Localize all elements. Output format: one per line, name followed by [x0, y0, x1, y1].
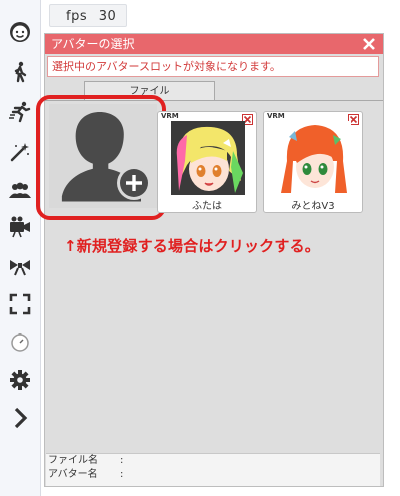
- fps-value: 30: [98, 9, 117, 24]
- timer-icon[interactable]: [6, 328, 34, 356]
- avatar-info-footer: ファイル名: アバター名:: [46, 453, 380, 486]
- avatar-name: みとねV3: [291, 201, 335, 212]
- file-name-row: ファイル名:: [46, 454, 380, 468]
- vrm-badge: VRM: [161, 112, 179, 120]
- walk-icon[interactable]: [6, 58, 34, 86]
- avatar-select-dialog: アバターの選択 選択中のアバタースロットが対象になります。 ファイル VRM ふ…: [36, 33, 384, 487]
- dialog-message: 選択中のアバタースロットが対象になります。: [47, 56, 379, 77]
- fps-label: fps: [66, 9, 88, 24]
- dialog-title: アバターの選択: [51, 37, 135, 51]
- vrm-badge: VRM: [267, 112, 285, 120]
- avatar-name-row: アバター名:: [46, 468, 380, 482]
- file-name-label: ファイル名: [48, 455, 98, 466]
- close-icon[interactable]: [361, 36, 377, 52]
- gear-icon[interactable]: [6, 366, 34, 394]
- face-icon[interactable]: [6, 18, 34, 46]
- magic-wand-icon[interactable]: [6, 138, 34, 166]
- fullscreen-icon[interactable]: [6, 290, 34, 318]
- camera-icon[interactable]: [6, 212, 34, 240]
- group-icon[interactable]: [6, 176, 34, 204]
- chevron-right-icon[interactable]: [6, 404, 34, 432]
- avatar-card[interactable]: VRM みとねV3: [263, 111, 363, 213]
- avatar-thumbnail: [171, 121, 245, 195]
- file-name-separator: :: [120, 455, 124, 466]
- avatar-name: ふたは: [192, 201, 222, 212]
- dialog-title-bar: アバターの選択: [45, 34, 383, 54]
- avatar-name-separator: :: [120, 469, 124, 480]
- avatar-thumbnail: [277, 121, 351, 195]
- sidebar: [0, 0, 41, 496]
- ribbon-icon[interactable]: [6, 252, 34, 280]
- avatar-name-label: アバター名: [48, 469, 98, 480]
- add-button-highlight: [36, 95, 166, 220]
- run-icon[interactable]: [6, 98, 34, 126]
- fps-indicator: fps 30: [49, 4, 127, 27]
- instruction-annotation: ↑新規登録する場合はクリックする。: [64, 237, 320, 255]
- avatar-card[interactable]: VRM ふたは: [157, 111, 257, 213]
